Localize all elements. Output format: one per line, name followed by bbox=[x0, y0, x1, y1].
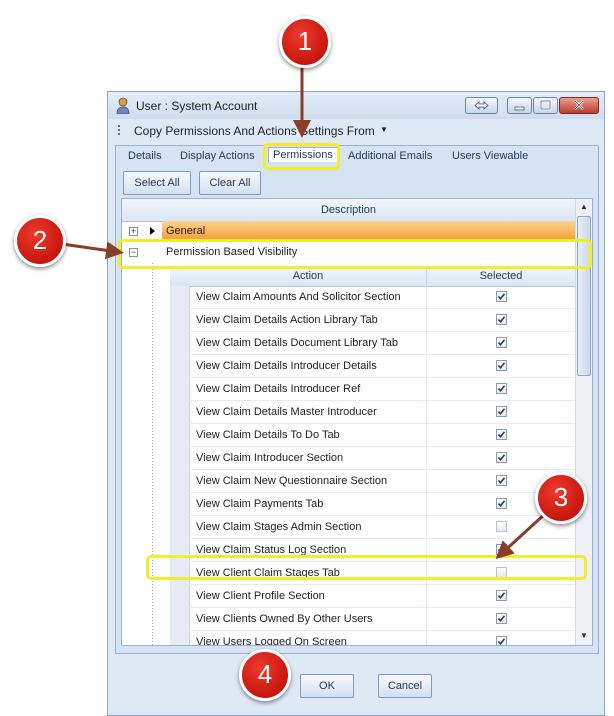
arrow-2 bbox=[61, 241, 124, 260]
arrow-3 bbox=[495, 511, 548, 560]
callout-badge-2: 2 bbox=[14, 215, 66, 267]
callout-arrows bbox=[61, 60, 548, 560]
callout-badge-1: 1 bbox=[279, 16, 331, 68]
callout-badge-3: 3 bbox=[535, 472, 587, 524]
callout-badge-4: 4 bbox=[239, 649, 291, 701]
